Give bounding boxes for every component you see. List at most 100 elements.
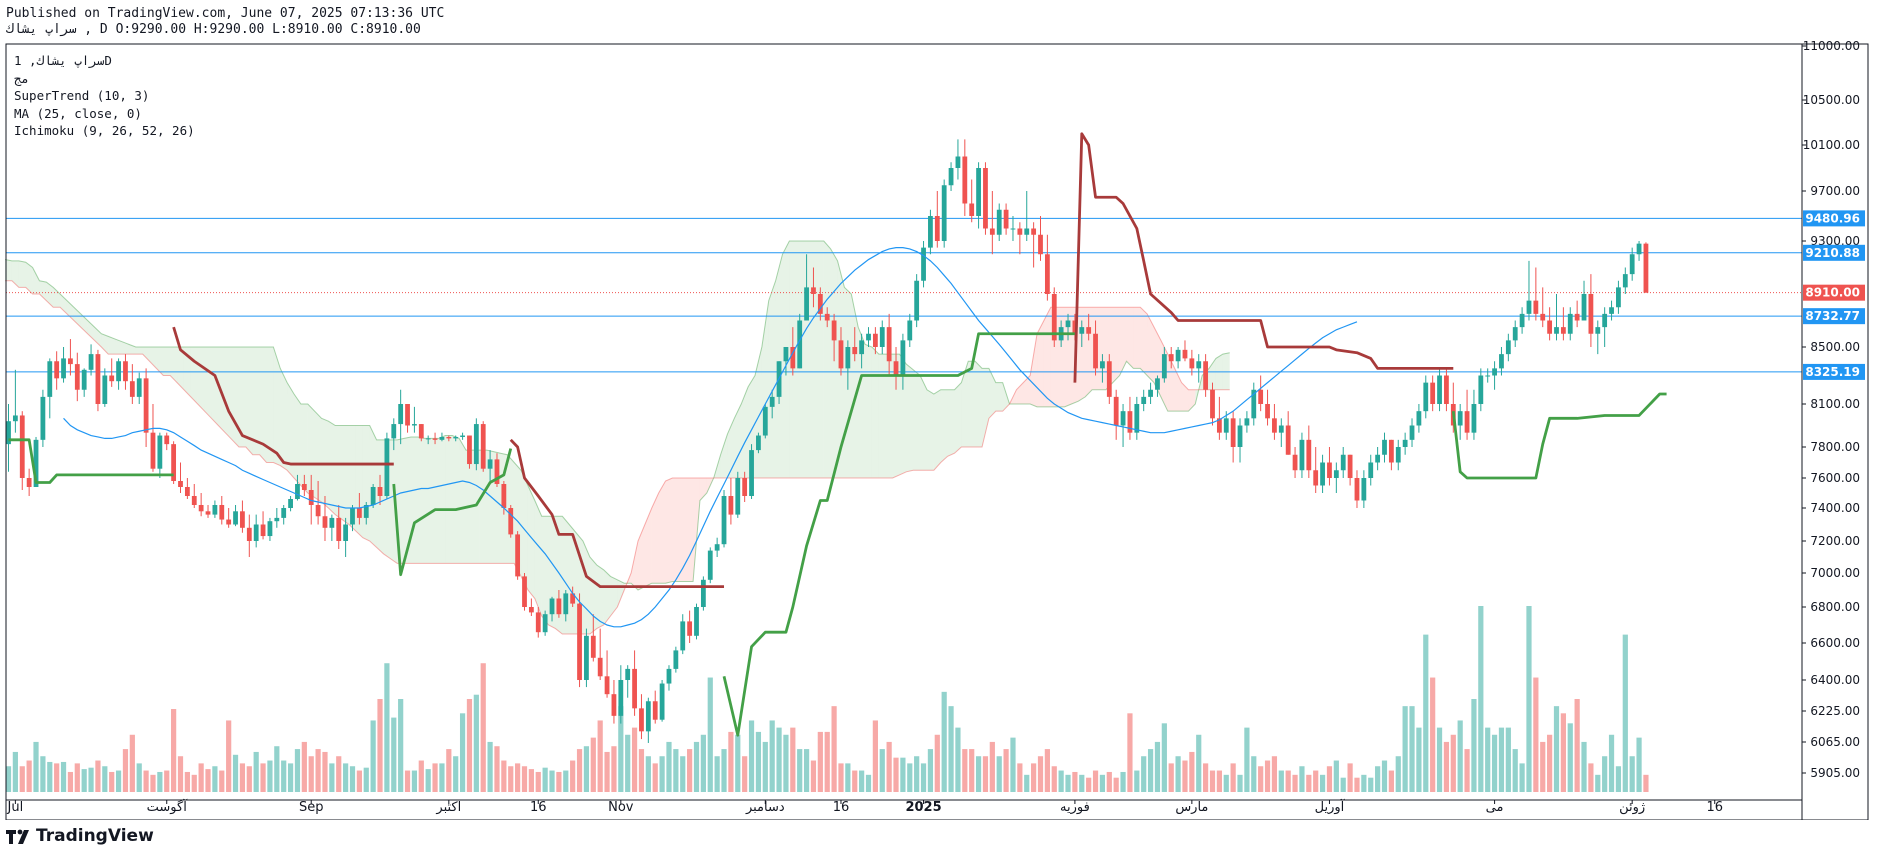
cloud-segment [865,344,872,478]
candle-body [418,424,424,439]
candle-body [343,524,349,541]
volume-bar [831,706,837,792]
candle-body [129,381,135,397]
volume-bar [1553,706,1560,792]
volume-bar [1196,734,1202,792]
legend-ichimoku[interactable]: Ichimoku (9, 26, 52, 26) [14,122,195,140]
candle-body [1567,313,1573,334]
candle-body [721,496,727,545]
time-tick-label: فوریه [1060,800,1090,815]
candle-body [941,185,947,241]
candle-body [184,487,190,496]
candle-body [989,228,995,235]
volume-bar [1608,734,1615,792]
cloud-segment [871,347,879,478]
cloud-segment [816,241,824,478]
volume-bar [1065,774,1071,792]
volume-bar [1381,760,1388,792]
price-tick-label: 10100.00 [1803,138,1860,152]
cloud-segment [266,347,274,463]
candle-body [1402,439,1408,447]
volume-bar [459,713,466,792]
cloud-segment [995,382,1003,412]
time-tick-label: می [1486,800,1504,815]
time-tick-label: آوریل [1315,798,1346,815]
volume-bar [191,774,197,792]
volume-bar [1443,741,1450,792]
cloud-segment [926,389,934,471]
volume-bar [315,749,321,792]
volume-bar [1051,766,1057,792]
volume-bar [721,749,727,792]
candle-body [1423,382,1429,412]
legend-symbol[interactable]: سراپ يشاك, 1D [14,52,195,70]
volume-bar [1615,766,1622,792]
candle-body [260,524,266,537]
volume-bar [1574,699,1580,792]
volume-bar [659,756,665,792]
candle-body [1375,454,1381,463]
candle-body [453,436,459,439]
candle-body [577,603,582,680]
candle-body [487,459,493,469]
volume-bar [1237,774,1243,792]
time-tick-label: ژوئن [1619,800,1645,815]
volume-bar [5,766,12,792]
candle-body [1223,418,1229,433]
volume-bar [652,763,658,792]
price-tick-label: 7400.00 [1810,501,1860,515]
volume-bar [212,766,218,792]
volume-bar [969,749,975,792]
volume-bar [625,734,631,792]
volume-bar [838,763,844,792]
volume-bar [1547,734,1553,792]
candle-body [1368,462,1374,478]
cloud-segment [823,241,831,478]
candle-body [1629,254,1635,275]
cloud-segment [410,436,418,564]
candle-body [515,534,521,577]
tradingview-logo[interactable]: TradingView [6,826,154,846]
volume-bar [1464,749,1470,792]
volume-bar [1299,766,1305,792]
volume-bar [47,761,53,792]
candle-body [1382,439,1387,455]
candle-body [535,612,541,633]
volume-bar [934,734,940,792]
candle-body [700,579,706,607]
candle-body [1272,418,1277,433]
legend-ma[interactable]: MA (25, close, 0) [14,105,195,123]
legend-supertrend[interactable]: SuperTrend (10, 3) [14,87,195,105]
volume-bar [700,734,706,792]
volume-bar [1010,737,1016,792]
volume-bar [1017,763,1023,792]
time-tick-label: Nov [608,800,634,815]
volume-bar [1264,760,1271,792]
volume-bar [102,766,108,792]
candle-body [983,168,988,229]
candle-body [639,708,644,732]
volume-bar [1189,751,1195,792]
volume-bar [411,770,418,792]
volume-bar [1079,774,1085,792]
candle-body [976,168,981,216]
candle-body [1519,313,1525,328]
volume-bar [707,677,713,792]
volume-bar [1643,774,1649,792]
volume-bar [1485,727,1491,792]
volume-bar [1402,706,1408,792]
cloud-segment [417,436,425,564]
volume-bar [1409,706,1415,792]
volume-bar [274,746,280,792]
volume-bar [948,706,954,792]
volume-bar [129,734,135,792]
volume-bar [1161,723,1167,792]
legend-line2: مج [14,70,30,86]
candle-body [102,375,108,404]
candle-body [425,438,431,440]
price-chart[interactable]: 11000.0010500.0010100.009700.009300.0085… [0,0,1878,820]
volume-bar [1388,770,1394,792]
candle-body [267,521,273,537]
volume-bar [281,760,287,792]
volume-bar [742,756,748,792]
